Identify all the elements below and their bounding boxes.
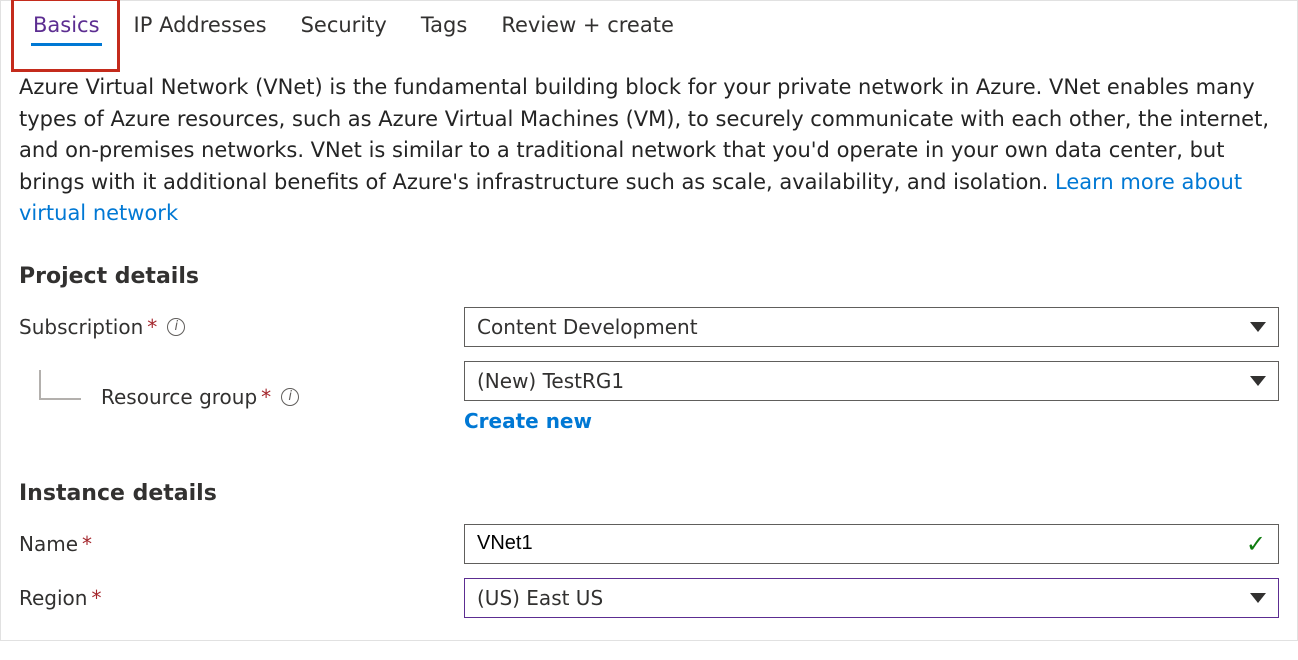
subscription-value: Content Development	[477, 315, 698, 339]
resource-group-label: Resource group	[101, 385, 257, 409]
subscription-select[interactable]: Content Development	[464, 307, 1279, 347]
chevron-down-icon	[1250, 322, 1266, 332]
row-name: Name * ✓	[19, 524, 1279, 564]
row-subscription: Subscription * i Content Development	[19, 307, 1279, 347]
intro-paragraph: Azure Virtual Network (VNet) is the fund…	[19, 72, 1279, 230]
info-icon[interactable]: i	[167, 318, 185, 336]
required-indicator: *	[261, 385, 271, 409]
tab-security[interactable]: Security	[301, 13, 387, 37]
name-input[interactable]: ✓	[464, 524, 1279, 564]
row-resource-group: Resource group * i (New) TestRG1 Create …	[19, 361, 1279, 433]
info-icon[interactable]: i	[281, 388, 299, 406]
region-value: (US) East US	[477, 586, 603, 610]
check-icon: ✓	[1246, 530, 1266, 558]
create-new-link[interactable]: Create new	[464, 409, 592, 433]
required-indicator: *	[82, 532, 92, 556]
chevron-down-icon	[1250, 593, 1266, 603]
tab-basics[interactable]: Basics	[33, 13, 100, 37]
chevron-down-icon	[1250, 376, 1266, 386]
project-details-title: Project details	[19, 264, 1279, 289]
instance-details-title: Instance details	[19, 481, 1279, 506]
resource-group-select[interactable]: (New) TestRG1	[464, 361, 1279, 401]
name-input-field[interactable]	[477, 532, 1246, 555]
required-indicator: *	[147, 315, 157, 339]
required-indicator: *	[91, 586, 101, 610]
row-region: Region * (US) East US	[19, 578, 1279, 618]
region-select[interactable]: (US) East US	[464, 578, 1279, 618]
active-tab-underline	[31, 43, 102, 46]
resource-group-value: (New) TestRG1	[477, 369, 624, 393]
name-label: Name	[19, 532, 78, 556]
tab-tags[interactable]: Tags	[421, 13, 468, 37]
region-label: Region	[19, 586, 87, 610]
tab-review-create[interactable]: Review + create	[501, 13, 674, 37]
tabs-bar: Basics IP Addresses Security Tags Review…	[19, 11, 1279, 46]
hierarchy-connector	[39, 370, 81, 400]
subscription-label: Subscription	[19, 315, 143, 339]
tab-ip-addresses[interactable]: IP Addresses	[134, 13, 267, 37]
